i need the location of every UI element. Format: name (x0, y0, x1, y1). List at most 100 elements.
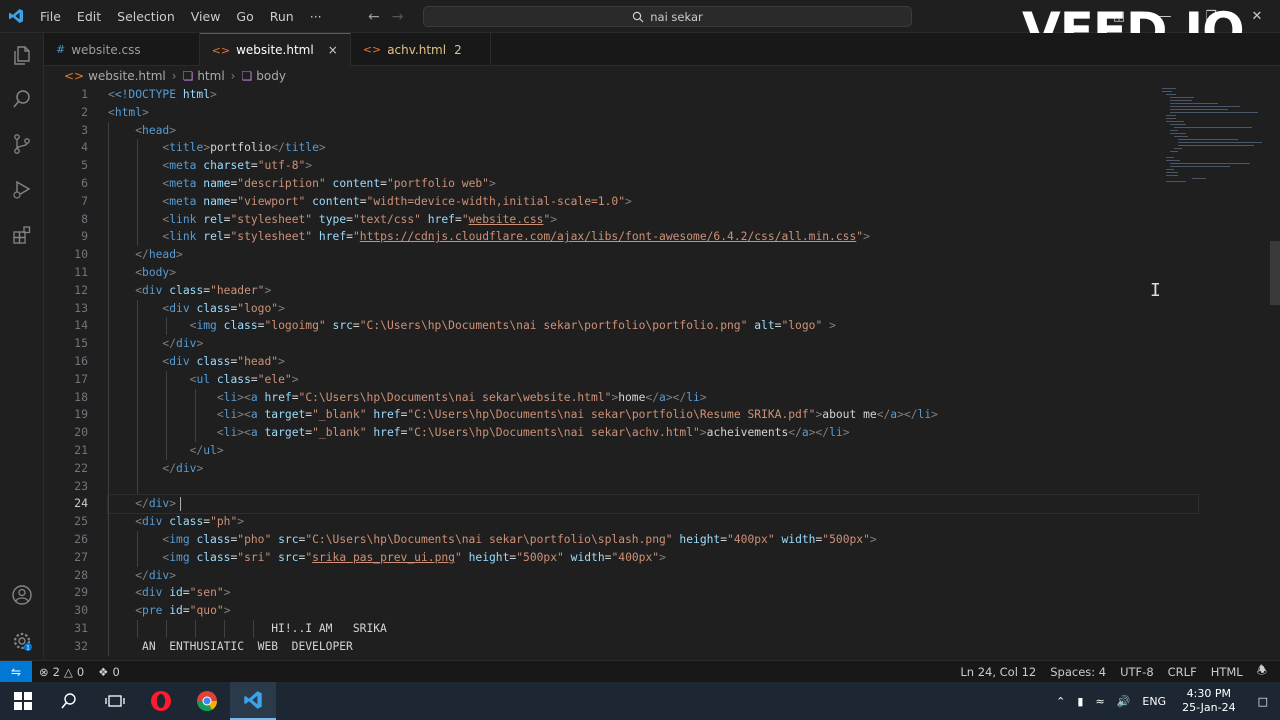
code-line: <li><a target="_blank" href="C:\Users\hp… (108, 424, 1158, 442)
line-number: 12 (74, 282, 88, 297)
volume-icon[interactable]: 🔊 (1111, 695, 1137, 708)
accounts-icon[interactable] (10, 583, 34, 607)
warning-icon: △ (63, 664, 73, 679)
chrome-browser-icon[interactable] (184, 682, 230, 720)
menu-edit[interactable]: Edit (69, 0, 109, 33)
line-number-current: 24 (74, 496, 88, 511)
menu-view[interactable]: View (183, 0, 229, 33)
vscode-logo-icon (0, 0, 32, 33)
error-icon: ⊗ (39, 664, 49, 679)
line-number: 32 (74, 638, 88, 653)
html-file-icon: <> (362, 43, 382, 56)
html-file-icon: <> (211, 43, 231, 57)
chevron-right-icon: › (230, 69, 236, 83)
remote-indicator-icon[interactable]: ⇋ (0, 660, 32, 683)
indentation[interactable]: Spaces: 4 (1043, 665, 1113, 679)
problems-indicator[interactable]: ⊗ 2 △ 0 (32, 665, 91, 679)
line-number-gutter: 1 2 3 4 5 6 7 8 9 10 11 12 13 14 15 16 1… (44, 86, 94, 656)
tab-website-css[interactable]: # website.css (44, 33, 200, 66)
chevron-right-icon: › (171, 69, 177, 83)
tab-website-html[interactable]: <> website.html × (199, 33, 351, 66)
code-line: <<!DOCTYPE html> (108, 88, 217, 101)
code-line: <html> (108, 105, 149, 119)
menu-go[interactable]: Go (228, 0, 261, 33)
code-line (108, 477, 1158, 496)
menu-run[interactable]: Run (262, 0, 302, 33)
line-number: 3 (81, 122, 88, 137)
battery-icon[interactable]: ▮ (1071, 695, 1089, 708)
forward-arrow-icon[interactable]: → (392, 9, 404, 25)
command-center-search[interactable]: nai sekar (423, 6, 912, 27)
explorer-icon[interactable] (10, 43, 34, 67)
end-of-line[interactable]: CRLF (1161, 665, 1204, 679)
clock-date: 25-Jan-24 (1182, 701, 1236, 714)
ports-indicator[interactable]: ❖ 0 (91, 665, 127, 679)
chevron-up-icon[interactable]: ⌃ (1050, 695, 1071, 708)
windows-start-icon[interactable] (0, 682, 46, 720)
windows-taskbar: ⌃ ▮ ≈ 🔊 ENG 4:30 PM 25-Jan-24 □ (0, 682, 1280, 720)
code-line: <head> (108, 121, 1158, 140)
navigation-arrows: ← → (368, 0, 403, 33)
opera-browser-icon[interactable] (138, 682, 184, 720)
menu-selection[interactable]: Selection (109, 0, 183, 33)
code-line: <div id="sen"> (108, 584, 1158, 603)
code-line: <body> (108, 263, 1158, 282)
line-number: 22 (74, 460, 88, 475)
code-line: <li><a target="_blank" href="C:\Users\hp… (108, 406, 1158, 425)
line-number: 11 (74, 264, 88, 279)
code-editor[interactable]: 1 2 3 4 5 6 7 8 9 10 11 12 13 14 15 16 1… (44, 86, 1270, 660)
vertical-scrollbar[interactable] (1270, 86, 1280, 660)
scrollbar-thumb[interactable] (1270, 241, 1280, 305)
input-language[interactable]: ENG (1136, 695, 1172, 708)
text-caret (180, 497, 182, 512)
notification-center-icon[interactable]: □ (1246, 695, 1280, 708)
run-debug-icon[interactable] (10, 177, 34, 201)
file-encoding[interactable]: UTF-8 (1113, 665, 1161, 679)
language-mode[interactable]: HTML (1204, 665, 1250, 679)
tab-label: website.css (71, 42, 141, 57)
line-number: 2 (81, 104, 88, 119)
menu-file[interactable]: File (32, 0, 69, 33)
code-lines[interactable]: <<!DOCTYPE html> <html> <head> <title>po… (107, 86, 1199, 656)
code-line: </div> (108, 566, 1158, 585)
line-number: 25 (74, 514, 88, 529)
line-number: 10 (74, 247, 88, 262)
cursor-position[interactable]: Ln 24, Col 12 (953, 665, 1043, 679)
problem-count-badge: 2 (454, 42, 462, 57)
code-line: <div class="ph"> (108, 513, 1158, 531)
mouse-ibeam-cursor-icon: I (1150, 280, 1161, 301)
tab-achv-html[interactable]: <> achv.html 2 (351, 33, 491, 66)
settings-gear-icon[interactable]: 1 (10, 629, 34, 653)
line-number: 20 (74, 425, 88, 440)
back-arrow-icon[interactable]: ← (368, 9, 380, 25)
task-view-icon[interactable] (92, 682, 138, 720)
taskbar-clock[interactable]: 4:30 PM 25-Jan-24 (1172, 687, 1246, 715)
search-text: nai sekar (650, 9, 703, 24)
breadcrumb-body[interactable]: body (256, 69, 286, 83)
vscode-taskbar-icon[interactable] (230, 682, 276, 720)
code-line: </head> (108, 246, 1158, 264)
minimap[interactable] (1162, 86, 1262, 196)
line-number: 26 (74, 531, 88, 546)
notifications-bell-icon[interactable]: 🕭 (1250, 663, 1274, 682)
line-number: 31 (74, 620, 88, 635)
taskbar-search-icon[interactable] (46, 682, 92, 720)
breadcrumb-file[interactable]: website.html (88, 69, 166, 83)
css-file-icon: # (56, 43, 66, 56)
line-number: 27 (74, 549, 88, 564)
search-sidebar-icon[interactable] (10, 87, 34, 111)
wifi-icon[interactable]: ≈ (1089, 695, 1110, 708)
code-line: <meta name="viewport" content="width=dev… (108, 192, 1158, 211)
status-bar-right: Ln 24, Col 12 Spaces: 4 UTF-8 CRLF HTML … (953, 661, 1274, 683)
line-number: 8 (81, 211, 88, 226)
source-control-icon[interactable] (10, 132, 34, 156)
close-tab-icon[interactable]: × (328, 43, 338, 57)
breadcrumb: <> website.html › ❏ html › ❏ body (44, 66, 286, 86)
code-line: </div> (108, 459, 1158, 478)
html-file-icon: <> (64, 69, 85, 83)
extensions-icon[interactable] (10, 223, 34, 247)
code-line: <div class="head"> (108, 352, 1158, 371)
menu-more[interactable]: ··· (302, 0, 330, 33)
line-number: 18 (74, 389, 88, 404)
breadcrumb-html[interactable]: html (197, 69, 224, 83)
